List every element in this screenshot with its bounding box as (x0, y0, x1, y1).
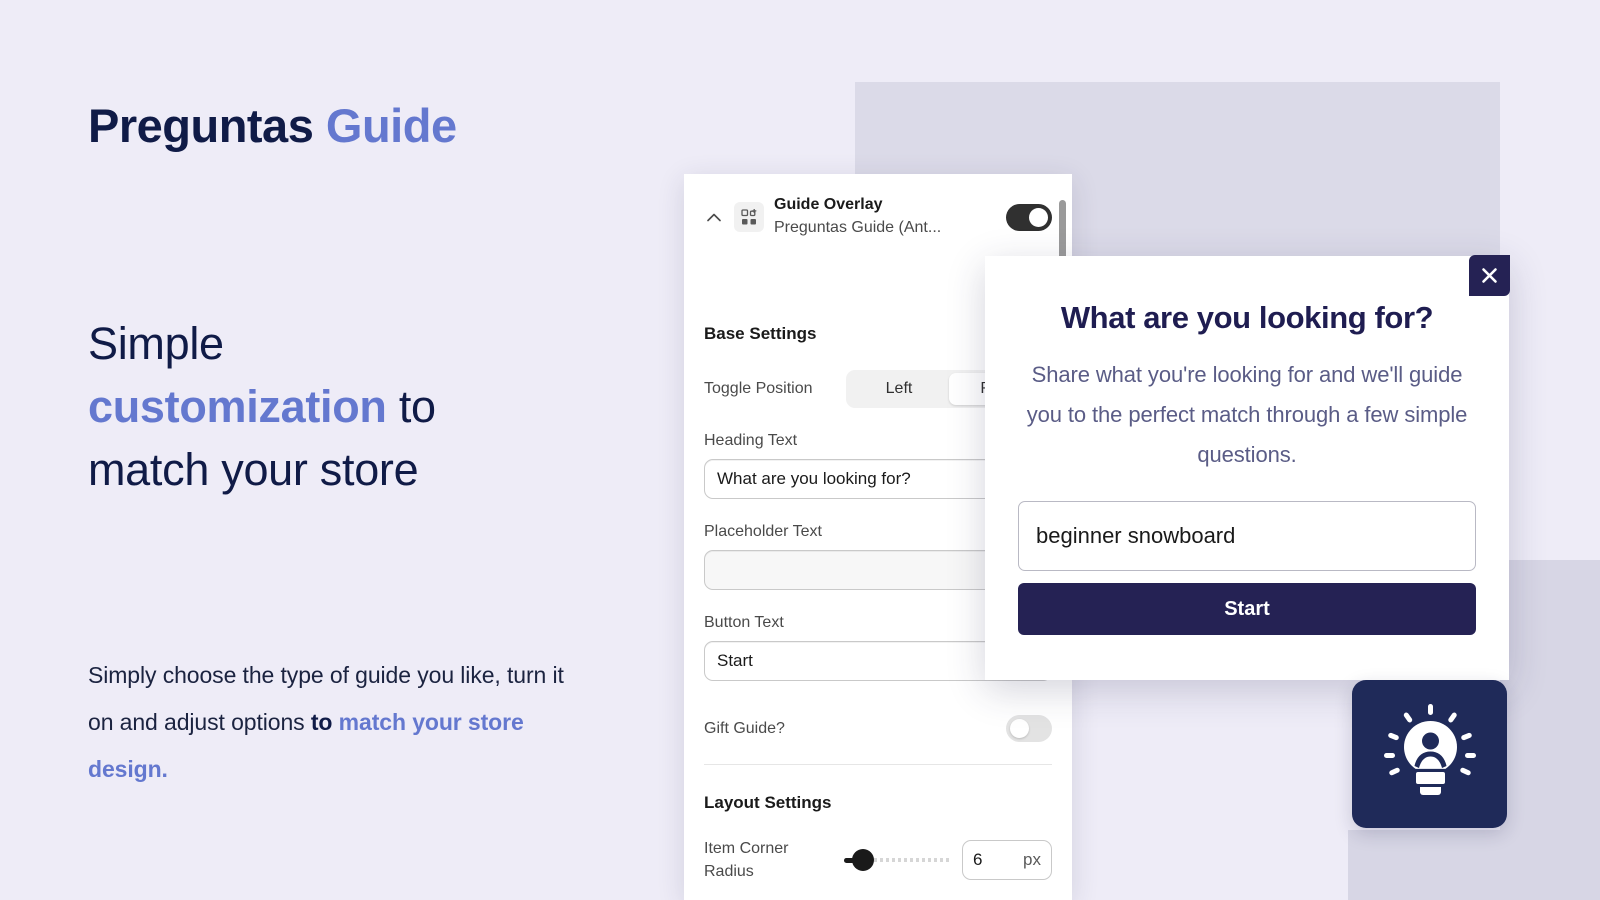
close-icon[interactable] (1469, 255, 1510, 296)
field-gift-guide: Gift Guide? (704, 715, 1052, 742)
toggle-position-label: Toggle Position (704, 380, 813, 397)
body-text-period: . (161, 756, 168, 782)
headline-line2-tail: to (386, 381, 436, 432)
item-corner-radius-label: Item Corner Radius (704, 840, 789, 880)
marketing-column: Preguntas Guide Simple customization to … (88, 0, 688, 900)
headline-line3: match your store (88, 444, 419, 495)
panel-title: Guide Overlay (774, 196, 883, 213)
panel-header-text: Guide Overlay Preguntas Guide (Ant... (774, 194, 996, 240)
field-item-corner-radius: Item Corner Radius 6 px (704, 837, 1052, 883)
slider-thumb[interactable] (852, 849, 874, 871)
modal-search-input[interactable]: beginner snowboard (1018, 501, 1476, 571)
app-block-icon (734, 202, 764, 232)
modal-start-button[interactable]: Start (1018, 583, 1476, 635)
item-corner-radius-unit: px (1023, 850, 1041, 869)
headline-line1: Simple (88, 318, 224, 369)
gift-guide-toggle[interactable] (1006, 715, 1052, 742)
body-copy: Simply choose the type of guide you like… (88, 652, 588, 793)
modal-body: What are you looking for? Share what you… (985, 256, 1509, 635)
headline-accent: customization (88, 381, 387, 432)
brand-name: Preguntas (88, 99, 314, 152)
section-divider (704, 764, 1052, 765)
guide-launcher-button[interactable] (1352, 680, 1507, 828)
body-text-bold-dark: to (310, 709, 333, 735)
item-corner-radius-slider[interactable] (844, 849, 952, 871)
panel-header: Guide Overlay Preguntas Guide (Ant... (704, 174, 1052, 248)
segment-option-left[interactable]: Left (849, 373, 949, 405)
modal-heading: What are you looking for? (1060, 300, 1434, 335)
lightbulb-person-icon (1383, 703, 1476, 805)
headline: Simple customization to match your store (88, 312, 558, 501)
item-corner-radius-number-input[interactable]: 6 px (962, 840, 1052, 880)
gift-guide-label: Gift Guide? (704, 719, 785, 737)
item-corner-radius-value: 6 (973, 850, 983, 869)
background-shape-bottom (1348, 830, 1600, 900)
block-enabled-toggle[interactable] (1006, 203, 1052, 231)
modal-subtext: Share what you're looking for and we'll … (1026, 362, 1468, 467)
guide-modal-preview: What are you looking for? Share what you… (985, 255, 1510, 680)
toggle-knob (1010, 719, 1029, 738)
section-title-layout-settings: Layout Settings (704, 793, 832, 812)
chevron-up-icon[interactable] (704, 207, 724, 227)
brand-suffix: Guide (325, 99, 457, 152)
page-title: Preguntas Guide (88, 98, 457, 153)
panel-subtitle: Preguntas Guide (Ant... (774, 219, 942, 236)
toggle-knob (1029, 207, 1048, 227)
